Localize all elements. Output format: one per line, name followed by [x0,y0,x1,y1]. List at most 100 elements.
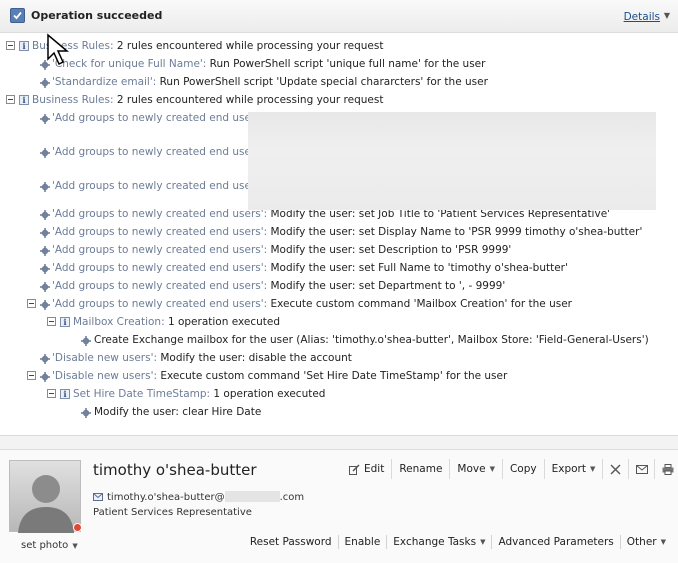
log-entry-message: Run PowerShell script 'Update special ch… [156,76,488,88]
email-suffix: .com [279,492,305,503]
chevron-down-icon: ▼ [589,465,596,473]
enable-button[interactable]: Enable [339,535,388,549]
success-check-icon [10,8,25,23]
log-entry-message: Modify the user: set Display Name to 'PS… [267,226,643,238]
account-status-badge [73,523,82,532]
move-button[interactable]: Move ▼ [450,459,503,479]
log-entry-text: 'Add groups to newly created end users': [52,178,267,194]
advanced-parameters-button[interactable]: Advanced Parameters [492,535,621,549]
log-entry-text: 'Standardize email': Run PowerShell scri… [52,74,488,90]
log-entry-source: 'Add groups to newly created end users': [52,208,268,220]
log-entry-text: 'Add groups to newly created end users':… [52,242,511,258]
other-button[interactable]: Other ▼ [621,535,672,549]
collapse-toggle-icon[interactable] [47,389,56,398]
move-label: Move [457,463,486,475]
export-button[interactable]: Export ▼ [545,459,604,479]
chevron-down-icon: ▼ [660,538,666,546]
log-entry-message: Modify the user: set Department to ', - … [267,280,506,292]
mouse-cursor-icon [47,33,70,66]
log-entry-source: 'Add groups to newly created end users': [52,262,268,274]
exchange-tasks-button[interactable]: Exchange Tasks ▼ [387,535,493,549]
user-actions-bar: Reset Password Enable Exchange Tasks ▼ Ad… [244,535,672,549]
log-entry-source: 'Add groups to newly created end users': [52,112,268,124]
gear-icon [40,299,50,310]
rename-button[interactable]: Rename [392,459,451,479]
redacted-email-domain [224,491,280,502]
delete-button[interactable] [603,459,630,479]
gear-icon [40,77,50,88]
collapse-toggle-icon[interactable] [27,299,36,308]
export-label: Export [551,463,586,475]
details-link[interactable]: Details [624,11,660,23]
log-entry-text: 'Disable new users': Execute custom comm… [52,368,507,384]
edit-label: Edit [364,463,385,475]
log-entry-text: Set Hire Date TimeStamp: 1 operation exe… [73,386,325,402]
user-photo[interactable] [9,460,81,533]
collapse-toggle-icon[interactable] [6,95,15,104]
log-entry-text: Modify the user: clear Hire Date [94,404,261,420]
log-entry-text: 'Check for unique Full Name': Run PowerS… [52,56,485,72]
email-prefix: timothy.o'shea-butter@ [107,492,225,503]
log-entry-source: Mailbox Creation: [73,316,165,328]
chevron-down-icon: ▼ [480,538,486,546]
set-photo-menu[interactable]: set photo ▼ [21,540,78,551]
collapse-toggle-icon[interactable] [27,371,36,380]
log-entry-message: Create Exchange mailbox for the user (Al… [94,334,649,346]
collapse-toggle-icon[interactable] [47,317,56,326]
close-icon [610,464,621,474]
gear-icon [40,263,50,274]
log-entry-source: 'Disable new users': [52,370,158,382]
user-email[interactable]: timothy.o'shea-butter@ .com [93,491,304,503]
gear-icon [40,281,50,292]
log-entry-source: 'Add groups to newly created end users': [52,244,268,256]
avatar-silhouette-icon [18,475,74,533]
log-entry-source: 'Disable new users': [52,352,158,364]
log-entry-text: 'Add groups to newly created end users':… [52,278,505,294]
log-entry-message: Execute custom command 'Mailbox Creation… [267,298,572,310]
redacted-region [248,112,656,210]
log-entry-source: 'Check for unique Full Name': [52,58,207,70]
log-entry-source: Business Rules: [32,94,114,106]
log-entry-message: 2 rules encountered while processing you… [113,94,384,106]
exchange-tasks-label: Exchange Tasks [393,536,477,548]
gear-icon [40,245,50,256]
email-button[interactable] [629,459,656,479]
chevron-down-icon[interactable]: ▼ [664,11,670,20]
log-entry-text: Mailbox Creation: 1 operation executed [73,314,280,330]
info-icon: i [60,317,70,327]
copy-label: Copy [509,463,537,475]
collapse-toggle-icon[interactable] [6,41,15,50]
printer-icon [662,463,674,475]
log-entry-source: 'Standardize email': [52,76,157,88]
log-entry-message: Modify the user: clear Hire Date [94,406,262,418]
chevron-down-icon: ▼ [489,465,495,473]
gear-icon [40,371,50,382]
log-entry-source: 'Add groups to newly created end users': [52,146,268,158]
envelope-icon [635,464,648,474]
log-entry-text: 'Add groups to newly created end users': [52,110,267,126]
log-entry-message: Modify the user: set Description to 'PSR… [267,244,512,256]
info-icon: i [19,41,29,51]
log-entry-message: Execute custom command 'Set Hire Date Ti… [157,370,508,382]
gear-icon [40,113,50,124]
gear-icon [81,407,91,418]
log-entry-text: 'Disable new users': Modify the user: di… [52,350,352,366]
log-entry-text: 'Add groups to newly created end users':… [52,260,568,276]
gear-icon [40,353,50,364]
print-button[interactable] [655,459,678,479]
log-entry-source: 'Add groups to newly created end users': [52,280,268,292]
log-entry-source: 'Add groups to newly created end users': [52,180,268,192]
log-entry-text: 'Add groups to newly created end users': [52,144,267,160]
user-job-title: Patient Services Representative [93,507,252,518]
log-entry-message: 2 rules encountered while processing you… [113,40,384,52]
log-entry-text: Business Rules: 2 rules encountered whil… [32,92,383,108]
log-entry-text: 'Add groups to newly created end users':… [52,224,642,240]
reset-password-button[interactable]: Reset Password [244,535,339,549]
edit-button[interactable]: Edit [342,459,393,479]
log-entry-message: Modify the user: set Full Name to 'timot… [267,262,568,274]
gear-icon [81,335,91,346]
user-display-name: timothy o'shea-butter [93,461,257,479]
copy-button[interactable]: Copy [503,459,545,479]
log-entry-text: Create Exchange mailbox for the user (Al… [94,332,649,348]
info-icon: i [60,389,70,399]
